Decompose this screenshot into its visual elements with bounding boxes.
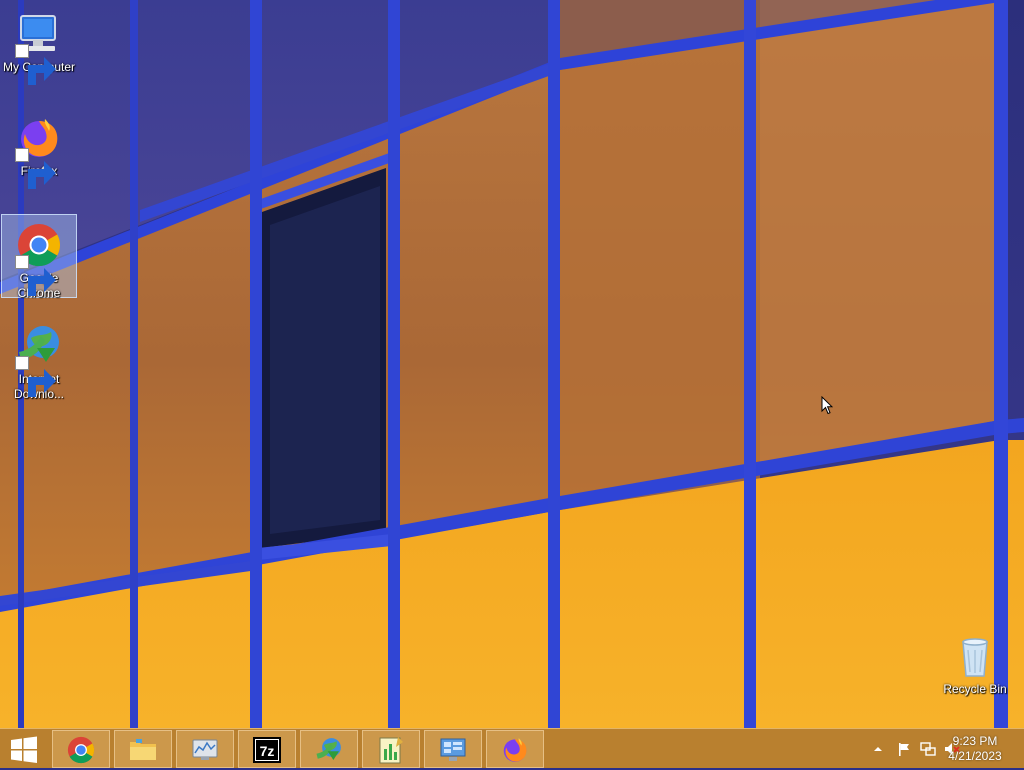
monitor-icon: [192, 739, 218, 760]
action-center-flag-icon[interactable]: [896, 741, 912, 757]
taskbar-button-task-manager[interactable]: [362, 730, 420, 768]
desktop-icon-firefox[interactable]: Firefox: [1, 108, 77, 189]
taskbar-button-control-panel[interactable]: [424, 730, 482, 768]
shortcut-arrow-icon: [15, 44, 56, 85]
desktop-icon-google-chrome[interactable]: Google Chrome: [1, 214, 77, 300]
internet-download-manager-icon: [15, 322, 63, 397]
folder-icon: [130, 739, 156, 760]
chart-notepad-icon: [379, 737, 403, 764]
recycle-bin-icon: [951, 632, 999, 680]
taskbar-button-firefox[interactable]: [486, 730, 544, 768]
7zip-label: 7z: [260, 743, 275, 759]
taskbar: 7z 9:23 PM 4/21/2023: [0, 728, 1024, 768]
clock-date: 4/21/2023: [948, 749, 1002, 763]
network-icon[interactable]: [920, 741, 936, 757]
chrome-icon: [67, 736, 95, 764]
taskbar-button-7zip[interactable]: 7z: [238, 730, 296, 768]
taskbar-button-resource-monitor[interactable]: [176, 730, 234, 768]
mouse-cursor-icon: [821, 395, 834, 415]
taskbar-clock[interactable]: 9:23 PM 4/21/2023: [940, 734, 1010, 764]
desktop-wallpaper: [0, 0, 1024, 728]
desktop-icon-internet-download-manager[interactable]: Internet Downlo...: [1, 316, 77, 402]
windows-logo-icon: [11, 736, 37, 763]
start-button[interactable]: [6, 735, 42, 765]
control-panel-icon: [440, 738, 466, 761]
firefox-icon: [503, 738, 527, 762]
clock-time: 9:23 PM: [952, 734, 998, 748]
firefox-icon: [15, 114, 63, 189]
7zip-icon: 7z: [253, 737, 281, 763]
system-tray: 9:23 PM 4/21/2023: [824, 729, 1024, 769]
idm-icon: [316, 738, 341, 760]
shortcut-arrow-icon: [15, 356, 56, 397]
shortcut-arrow-icon: [15, 148, 56, 189]
desktop-icon-my-computer[interactable]: My Computer: [1, 4, 77, 85]
chrome-icon: [15, 221, 63, 296]
shortcut-arrow-icon: [15, 255, 56, 296]
taskbar-button-chrome[interactable]: [52, 730, 110, 768]
show-hidden-icons-icon[interactable]: [870, 741, 886, 757]
computer-icon: [15, 10, 63, 85]
desktop-icon-label: Recycle Bin: [943, 682, 1007, 696]
taskbar-button-file-explorer[interactable]: [114, 730, 172, 768]
desktop-icon-recycle-bin[interactable]: Recycle Bin: [937, 626, 1013, 698]
taskbar-button-idm[interactable]: [300, 730, 358, 768]
